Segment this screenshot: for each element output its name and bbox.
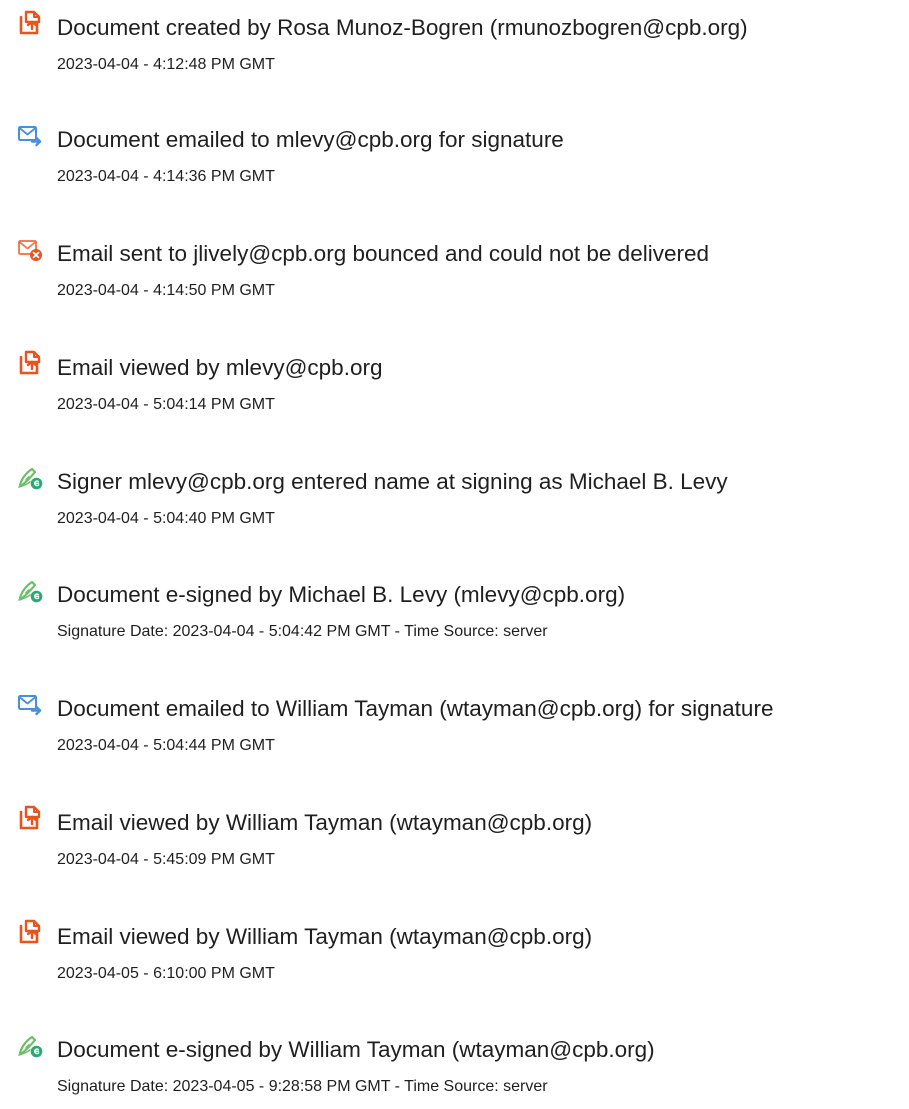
event-timestamp: 2023-04-04 - 4:14:36 PM GMT (57, 168, 275, 185)
document-icon (17, 919, 43, 945)
event-timestamp: Signature Date: 2023-04-04 - 5:04:42 PM … (57, 623, 548, 640)
event-title: Email viewed by William Tayman (wtayman@… (57, 810, 593, 835)
audit-event: Document created by Rosa Munoz-Bogren (r… (0, 10, 909, 85)
event-title: Document e-signed by William Tayman (wta… (57, 1037, 655, 1062)
document-icon (17, 805, 43, 831)
event-title: Email sent to jlively@cpb.org bounced an… (57, 241, 709, 266)
document-icon (17, 350, 43, 376)
audit-event: Signer mlevy@cpb.org entered name at sig… (0, 467, 909, 539)
audit-event: Document emailed to William Tayman (wtay… (0, 695, 909, 766)
event-timestamp: 2023-04-04 - 5:04:14 PM GMT (57, 396, 275, 413)
signature-icon (17, 577, 43, 603)
event-timestamp: 2023-04-04 - 5:45:09 PM GMT (57, 851, 275, 868)
event-title: Signer mlevy@cpb.org entered name at sig… (57, 469, 728, 494)
audit-event: Document e-signed by Michael B. Levy (ml… (0, 580, 909, 652)
event-timestamp: 2023-04-05 - 6:10:00 PM GMT (57, 965, 275, 982)
audit-event: Document e-signed by William Tayman (wta… (0, 1035, 909, 1107)
signature-icon (17, 1032, 43, 1058)
email-sent-icon (17, 691, 43, 717)
event-timestamp: 2023-04-04 - 5:04:44 PM GMT (57, 737, 275, 754)
audit-event: Email viewed by William Tayman (wtayman@… (0, 805, 909, 880)
event-title: Email viewed by William Tayman (wtayman@… (57, 924, 593, 949)
audit-event: Email sent to jlively@cpb.org bounced an… (0, 240, 909, 311)
email-sent-icon (17, 122, 43, 148)
event-timestamp: 2023-04-04 - 5:04:40 PM GMT (57, 510, 275, 527)
audit-event: Email viewed by William Tayman (wtayman@… (0, 919, 909, 994)
event-title: Document e-signed by Michael B. Levy (ml… (57, 582, 626, 607)
event-timestamp: Signature Date: 2023-04-05 - 9:28:58 PM … (57, 1078, 548, 1095)
event-title: Email viewed by mlevy@cpb.org (57, 355, 383, 380)
audit-event: Email viewed by mlevy@cpb.org 2023-04-04… (0, 350, 909, 425)
audit-event: Document emailed to mlevy@cpb.org for si… (0, 126, 909, 197)
signature-icon (17, 464, 43, 490)
event-title: Document created by Rosa Munoz-Bogren (r… (57, 15, 748, 40)
document-icon (17, 10, 43, 36)
email-bounced-icon (17, 236, 43, 262)
event-timestamp: 2023-04-04 - 4:14:50 PM GMT (57, 282, 275, 299)
event-title: Document emailed to mlevy@cpb.org for si… (57, 127, 564, 152)
event-title: Document emailed to William Tayman (wtay… (57, 696, 774, 721)
event-timestamp: 2023-04-04 - 4:12:48 PM GMT (57, 56, 275, 73)
